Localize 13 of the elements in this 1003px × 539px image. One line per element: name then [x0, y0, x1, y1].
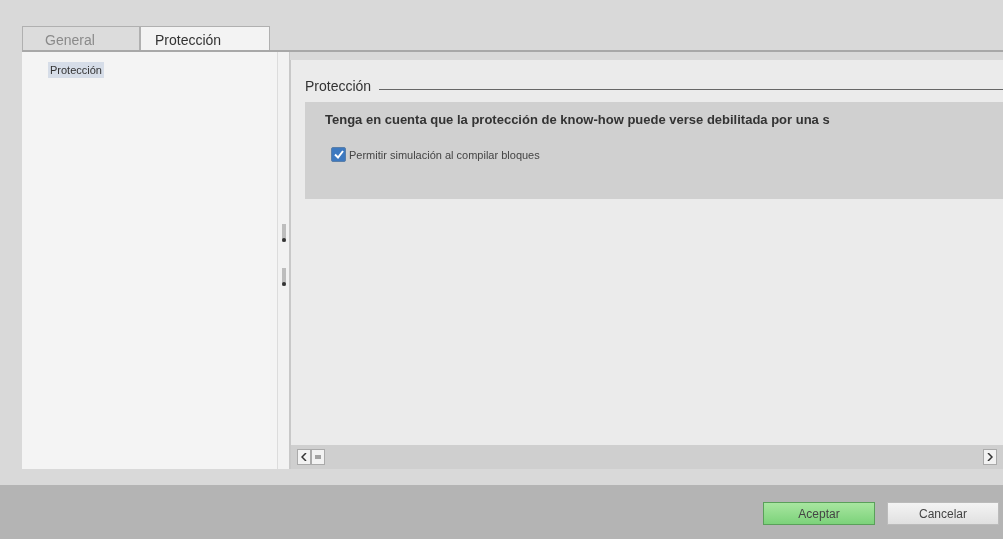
scroll-right-button[interactable]	[983, 449, 997, 465]
tab[interactable]: Protección	[140, 26, 270, 50]
scroll-left-button[interactable]	[297, 449, 311, 465]
scroll-thumb[interactable]	[311, 449, 325, 465]
checkbox[interactable]	[331, 147, 346, 162]
accept-button[interactable]: Aceptar	[763, 502, 875, 525]
cancel-button[interactable]: Cancelar	[887, 502, 999, 525]
horizontal-scrollbar[interactable]	[291, 445, 1003, 469]
sidebar-item[interactable]: Protección	[48, 62, 104, 78]
grip-icon	[315, 454, 321, 460]
notice-text: Tenga en cuenta que la protección de know-how puede verse debilitada por una s	[325, 112, 831, 127]
section-title: Protección	[305, 78, 372, 94]
checkbox-label: Permitir simulación al compilar bloques	[349, 148, 540, 161]
